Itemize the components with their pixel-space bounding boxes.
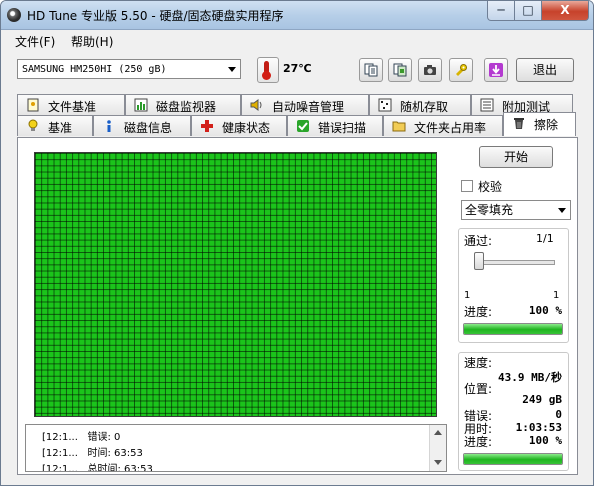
temperature-value: 27℃: [283, 62, 312, 75]
menu-bar: 文件(F) 帮助(H): [1, 30, 593, 50]
log-scrollbar[interactable]: [429, 425, 446, 471]
tab-label: 基准: [48, 121, 73, 135]
copy-screenshot-button[interactable]: [388, 58, 412, 82]
chevron-down-icon: [228, 67, 236, 72]
health-cross-icon: [201, 120, 213, 132]
verify-checkbox[interactable]: [461, 180, 473, 192]
progress-fill: [464, 454, 562, 464]
app-window: HD Tune 专业版 5.50 - 硬盘/固态硬盘实用程序 ─ □ X 文件(…: [0, 0, 594, 486]
pass-value: 1/1: [536, 232, 554, 245]
tab-erase[interactable]: 擦除: [503, 112, 576, 136]
random-access-icon: [378, 98, 392, 112]
tab-label: 文件基准: [48, 100, 97, 114]
exit-button[interactable]: 退出: [516, 58, 574, 82]
progress-label: 进度:: [464, 305, 493, 319]
disk-monitor-icon: [134, 98, 148, 112]
file-benchmark-icon: [27, 98, 39, 112]
download-icon: [489, 63, 503, 77]
scroll-down-icon[interactable]: [434, 460, 442, 465]
total-progress-label: 进度:: [464, 435, 493, 449]
maximize-button[interactable]: □: [514, 1, 542, 21]
download-button[interactable]: [484, 58, 508, 82]
tab-label: 自动噪音管理: [272, 100, 345, 114]
log-time: [12:1...: [42, 448, 78, 459]
log-entry: [12:1... 错误: 0: [42, 428, 120, 443]
progress-fill: [464, 324, 562, 334]
pass-slider-track: [479, 260, 555, 265]
chevron-down-icon: [558, 208, 566, 213]
erase-block-grid: [34, 152, 437, 417]
total-progress-bar: [463, 453, 563, 465]
copy-text-button[interactable]: [359, 58, 383, 82]
erase-mode-select[interactable]: 全零填充: [461, 200, 571, 220]
info-icon: [107, 120, 111, 132]
tab-error-scan[interactable]: 错误扫描: [287, 115, 383, 136]
window-title: HD Tune 专业版 5.50 - 硬盘/固态硬盘实用程序: [27, 9, 284, 23]
tab-health[interactable]: 健康状态: [191, 115, 287, 136]
tab-folder-usage[interactable]: 文件夹占用率: [383, 115, 503, 136]
tab-random-access[interactable]: 随机存取: [369, 94, 471, 115]
log-entry: [12:1... 时间: 63:53: [42, 444, 143, 459]
toolbar: SAMSUNG HM250HI (250 gB) 27℃ 退出: [1, 51, 593, 91]
total-progress-value: 100 %: [528, 434, 562, 447]
slider-max-label: 1: [553, 290, 560, 301]
drive-select-value: SAMSUNG HM250HI (250 gB): [22, 64, 167, 75]
tab-file-benchmark[interactable]: 文件基准: [17, 94, 125, 115]
progress-value: 100 %: [528, 304, 562, 317]
start-button[interactable]: 开始: [479, 146, 553, 168]
log-text: 错误: 0: [87, 432, 121, 443]
log-time: [12:1...: [42, 432, 78, 443]
log-list: [12:1... 错误: 0 [12:1... 时间: 63:53 [12:1.…: [25, 424, 447, 472]
bulb-icon: [28, 119, 38, 131]
hd-tune-app-icon: [7, 8, 21, 22]
trash-icon: [514, 118, 524, 129]
minimize-button[interactable]: ─: [487, 1, 515, 21]
position-label: 位置:: [464, 382, 493, 396]
copy-text-icon: [364, 63, 378, 77]
tab-label: 错误扫描: [318, 121, 367, 135]
scroll-up-icon[interactable]: [434, 430, 442, 435]
camera-icon: [424, 65, 436, 75]
settings-button[interactable]: [449, 58, 473, 82]
log-text: 时间: 63:53: [87, 448, 143, 459]
verify-label: 校验: [478, 180, 503, 194]
tab-label: 磁盘监视器: [156, 100, 217, 114]
thermometer-icon: [257, 57, 279, 83]
drive-select[interactable]: SAMSUNG HM250HI (250 gB): [17, 59, 241, 79]
log-entry: [12:1... 总时间: 63:53: [42, 460, 153, 472]
tab-label: 磁盘信息: [124, 121, 173, 135]
close-button[interactable]: X: [541, 1, 589, 21]
elapsed-value: 1:03:53: [515, 421, 562, 434]
tab-disk-monitor[interactable]: 磁盘监视器: [125, 94, 241, 115]
menu-file[interactable]: 文件(F): [15, 33, 55, 50]
tab-label: 随机存取: [400, 100, 449, 114]
pass-label: 通过:: [464, 234, 493, 248]
position-value: 249 gB: [522, 393, 562, 406]
copy-screenshot-icon: [393, 63, 407, 77]
menu-help[interactable]: 帮助(H): [71, 33, 113, 50]
camera-button[interactable]: [418, 58, 442, 82]
tab-label: 擦除: [534, 118, 559, 132]
pass-slider-thumb[interactable]: [474, 252, 484, 270]
tab-label: 健康状态: [222, 121, 271, 135]
tab-label: 文件夹占用率: [414, 121, 487, 135]
folder-icon: [392, 121, 406, 132]
erase-mode-value: 全零填充: [465, 203, 514, 217]
tab-benchmark[interactable]: 基准: [17, 115, 93, 136]
error-scan-icon: [297, 120, 309, 132]
tab-disk-info[interactable]: 磁盘信息: [93, 115, 191, 136]
extra-tests-icon: [480, 98, 494, 112]
pass-progress-bar: [463, 323, 563, 335]
slider-min-label: 1: [464, 290, 471, 301]
log-time: [12:1...: [42, 464, 78, 472]
log-text: 总时间: 63:53: [87, 464, 153, 472]
errors-value: 0: [555, 408, 562, 421]
speaker-icon: [250, 99, 262, 111]
tab-noise-management[interactable]: 自动噪音管理: [241, 94, 369, 115]
settings-icon: [456, 64, 467, 76]
